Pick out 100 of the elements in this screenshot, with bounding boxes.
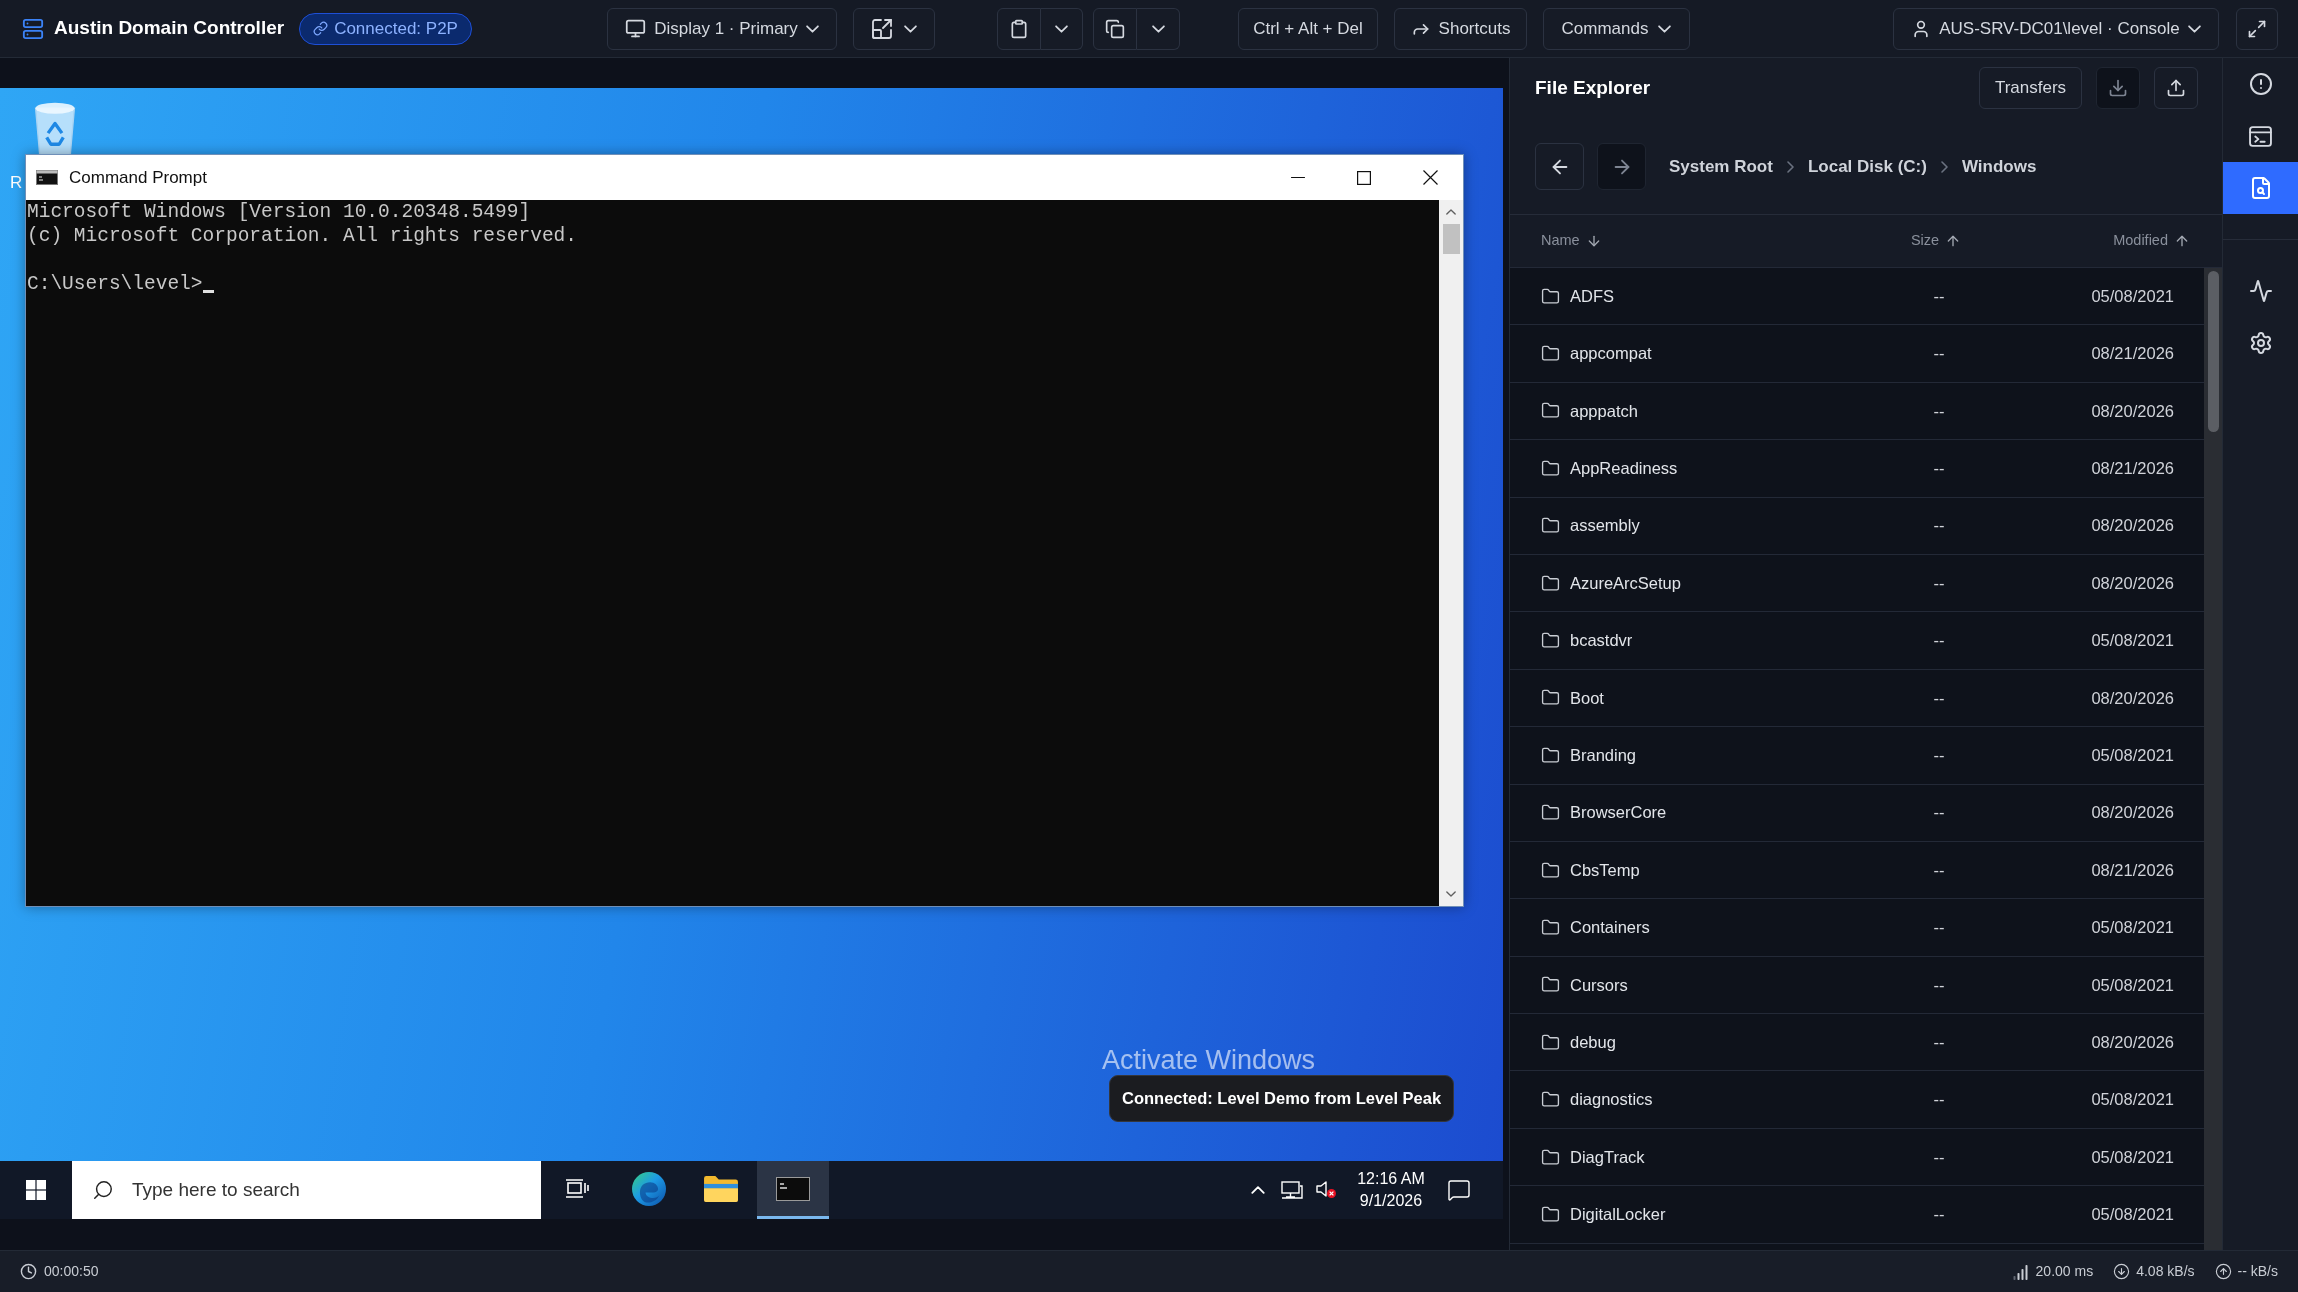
copy-icon [1105,18,1125,39]
file-modified: 05/08/2021 [2091,630,2174,652]
file-row[interactable]: diagnostics -- 05/08/2021 [1510,1071,2204,1129]
alert-icon [2248,72,2273,96]
folder-icon [1541,1032,1560,1052]
breadcrumb-link[interactable]: Windows [1961,153,2037,180]
server-name: Austin Domain Controller [54,16,285,41]
file-modified: 05/08/2021 [2091,1204,2174,1226]
scrollbar-thumb[interactable] [2207,271,2219,432]
file-row[interactable]: DiagTrack -- 05/08/2021 [1510,1128,2204,1187]
back-button[interactable] [1535,143,1584,190]
chevron-down-icon [1151,24,1165,33]
link-icon [313,21,329,36]
file-name: DigitalLocker [1570,1204,1666,1226]
file-modified: 05/08/2021 [2091,974,2174,996]
window-menu-button[interactable] [853,7,935,50]
chevron-right-icon [1786,160,1794,173]
file-name: Containers [1570,917,1650,939]
fullscreen-button[interactable] [2236,7,2278,50]
chevron-down-icon [1055,24,1068,33]
folder-icon [1541,1090,1560,1110]
clock-date: 9/1/2026 [1359,1191,1423,1211]
expand-icon [2247,18,2267,39]
network-icon [1281,1181,1303,1199]
folder-icon [704,1175,738,1202]
file-row[interactable]: Cursors -- 05/08/2021 [1510,956,2204,1015]
file-row[interactable]: debug -- 08/20/2026 [1510,1014,2204,1072]
chevron-down-icon [1446,891,1456,897]
breadcrumb-link[interactable]: System Root [1669,153,1773,180]
folder-icon [1541,803,1560,823]
column-header[interactable]: Name [1541,230,1602,252]
file-name: Branding [1570,744,1637,766]
breadcrumb-link[interactable]: Local Disk (C:) [1807,153,1927,180]
folder-icon [1541,401,1560,421]
console-line: (c) Microsoft Corporation. All rights reserved. [27,224,577,248]
folder-icon [1541,516,1560,536]
activity-icon [2248,279,2273,303]
file-name: apppatch [1570,400,1638,422]
column-header[interactable]: Size [1910,230,1962,252]
clipboard-icon [1009,18,1029,39]
upload-rate: -- kB/s [2237,1262,2278,1281]
clipboard-menu-button[interactable] [1041,7,1083,50]
file-row[interactable]: Branding -- 05/08/2021 [1510,727,2204,785]
folder-icon [1541,860,1560,880]
file-row[interactable]: Containers -- 05/08/2021 [1510,899,2204,957]
file-size: -- [1933,1031,1945,1053]
file-row[interactable]: Boot -- 08/20/2026 [1510,669,2204,728]
terminal-icon [776,1176,810,1201]
upload-button[interactable] [2154,67,2198,109]
file-row[interactable]: assembly -- 08/20/2026 [1510,497,2204,555]
window-arrow-icon [871,18,892,39]
server-icon [22,17,44,40]
file-row[interactable]: bcastdvr -- 05/08/2021 [1510,612,2204,670]
file-name: bcastdvr [1570,630,1633,652]
column-header[interactable]: Modified [2113,230,2190,252]
file-size: -- [1933,802,1945,824]
task-view-icon [565,1178,589,1199]
search-field[interactable]: Type here to search [72,1161,541,1219]
file-modified: 08/20/2026 [2091,400,2174,422]
window-title: Command Prompt [69,166,207,189]
copy-button[interactable] [1093,7,1137,50]
file-modified: 05/08/2021 [2091,1146,2174,1168]
folder-icon [1541,975,1560,995]
file-modified: 08/20/2026 [2091,572,2174,594]
shortcuts-button[interactable]: Shortcuts [1394,7,1527,50]
file-modified: 05/08/2021 [2091,1089,2174,1111]
folder-icon [1541,745,1560,765]
remote-desktop[interactable] [0,88,1503,1219]
file-row[interactable]: DigitalLocker -- 05/08/2021 [1510,1186,2204,1244]
file-size: -- [1933,343,1945,365]
signal-icon [2012,1263,2029,1280]
toast-notification: Connected: Level Demo from Level Peak [1109,1075,1455,1122]
file-row[interactable]: ADFS -- 05/08/2021 [1510,268,2204,326]
clock-button[interactable]: 12:16 AM 9/1/2026 [1353,1161,1429,1219]
file-modified: 08/20/2026 [2091,515,2174,537]
file-row[interactable]: apppatch -- 08/20/2026 [1510,382,2204,441]
display-button[interactable]: Display 1 · Primary [607,7,837,50]
file-size: -- [1933,630,1945,652]
text-cursor [202,290,214,293]
file-row[interactable]: CbsTemp -- 08/21/2026 [1510,841,2204,900]
file-row[interactable]: BrowserCore -- 08/20/2026 [1510,784,2204,842]
scrollbar-thumb[interactable] [1442,224,1460,254]
file-row[interactable]: AppReadiness -- 08/21/2026 [1510,440,2204,498]
transfers-button[interactable]: Transfers [1979,67,2082,109]
clipboard-button[interactable] [997,7,1041,50]
session-button[interactable]: AUS-SRV-DC01\level · Console [1893,7,2219,50]
browser-icon [632,1171,666,1206]
file-size: -- [1933,687,1945,709]
maximize-icon [1357,170,1371,185]
file-size: -- [1933,458,1945,479]
commands-button[interactable]: Commands [1543,7,1690,50]
file-size: -- [1933,285,1945,307]
clock-icon [20,1263,37,1280]
file-row[interactable]: appcompat -- 08/21/2026 [1510,325,2204,383]
connection-status: Connected: P2P [334,17,458,40]
taskbar-app[interactable] [757,1161,829,1219]
file-row[interactable]: AzureArcSetup -- 08/20/2026 [1510,554,2204,613]
ctrl-alt-del-button[interactable]: Ctrl + Alt + Del [1238,7,1378,50]
file-name: ADFS [1570,285,1614,307]
windows-logo-icon [26,1180,46,1200]
